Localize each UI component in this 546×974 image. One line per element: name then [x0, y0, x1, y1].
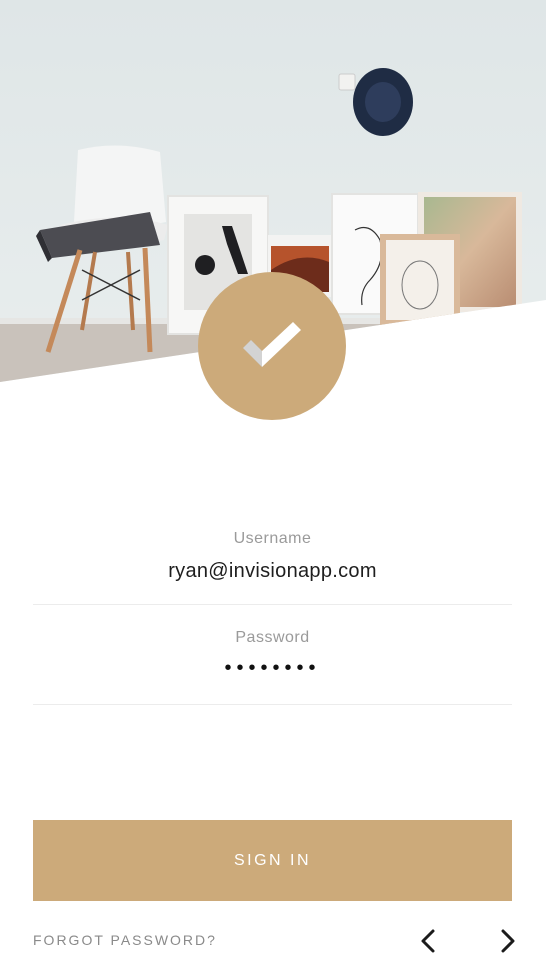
forgot-password-link[interactable]: FORGOT PASSWORD? [33, 932, 217, 948]
previous-button[interactable] [413, 926, 443, 956]
username-label: Username [233, 530, 312, 547]
chevron-right-icon [501, 929, 515, 953]
username-input[interactable]: ryan@invisionapp.com [33, 560, 512, 583]
success-badge [198, 272, 346, 420]
password-field[interactable]: Password •••••••• [33, 629, 512, 680]
username-field[interactable]: Username ryan@invisionapp.com [33, 530, 512, 583]
password-input[interactable]: •••••••• [33, 657, 512, 680]
sign-in-button[interactable]: SIGN IN [33, 820, 512, 901]
chevron-left-icon [421, 929, 435, 953]
password-divider [33, 704, 512, 705]
username-divider [33, 604, 512, 605]
checkmark-icon [243, 322, 301, 367]
password-label: Password [235, 629, 310, 646]
next-button[interactable] [493, 926, 523, 956]
